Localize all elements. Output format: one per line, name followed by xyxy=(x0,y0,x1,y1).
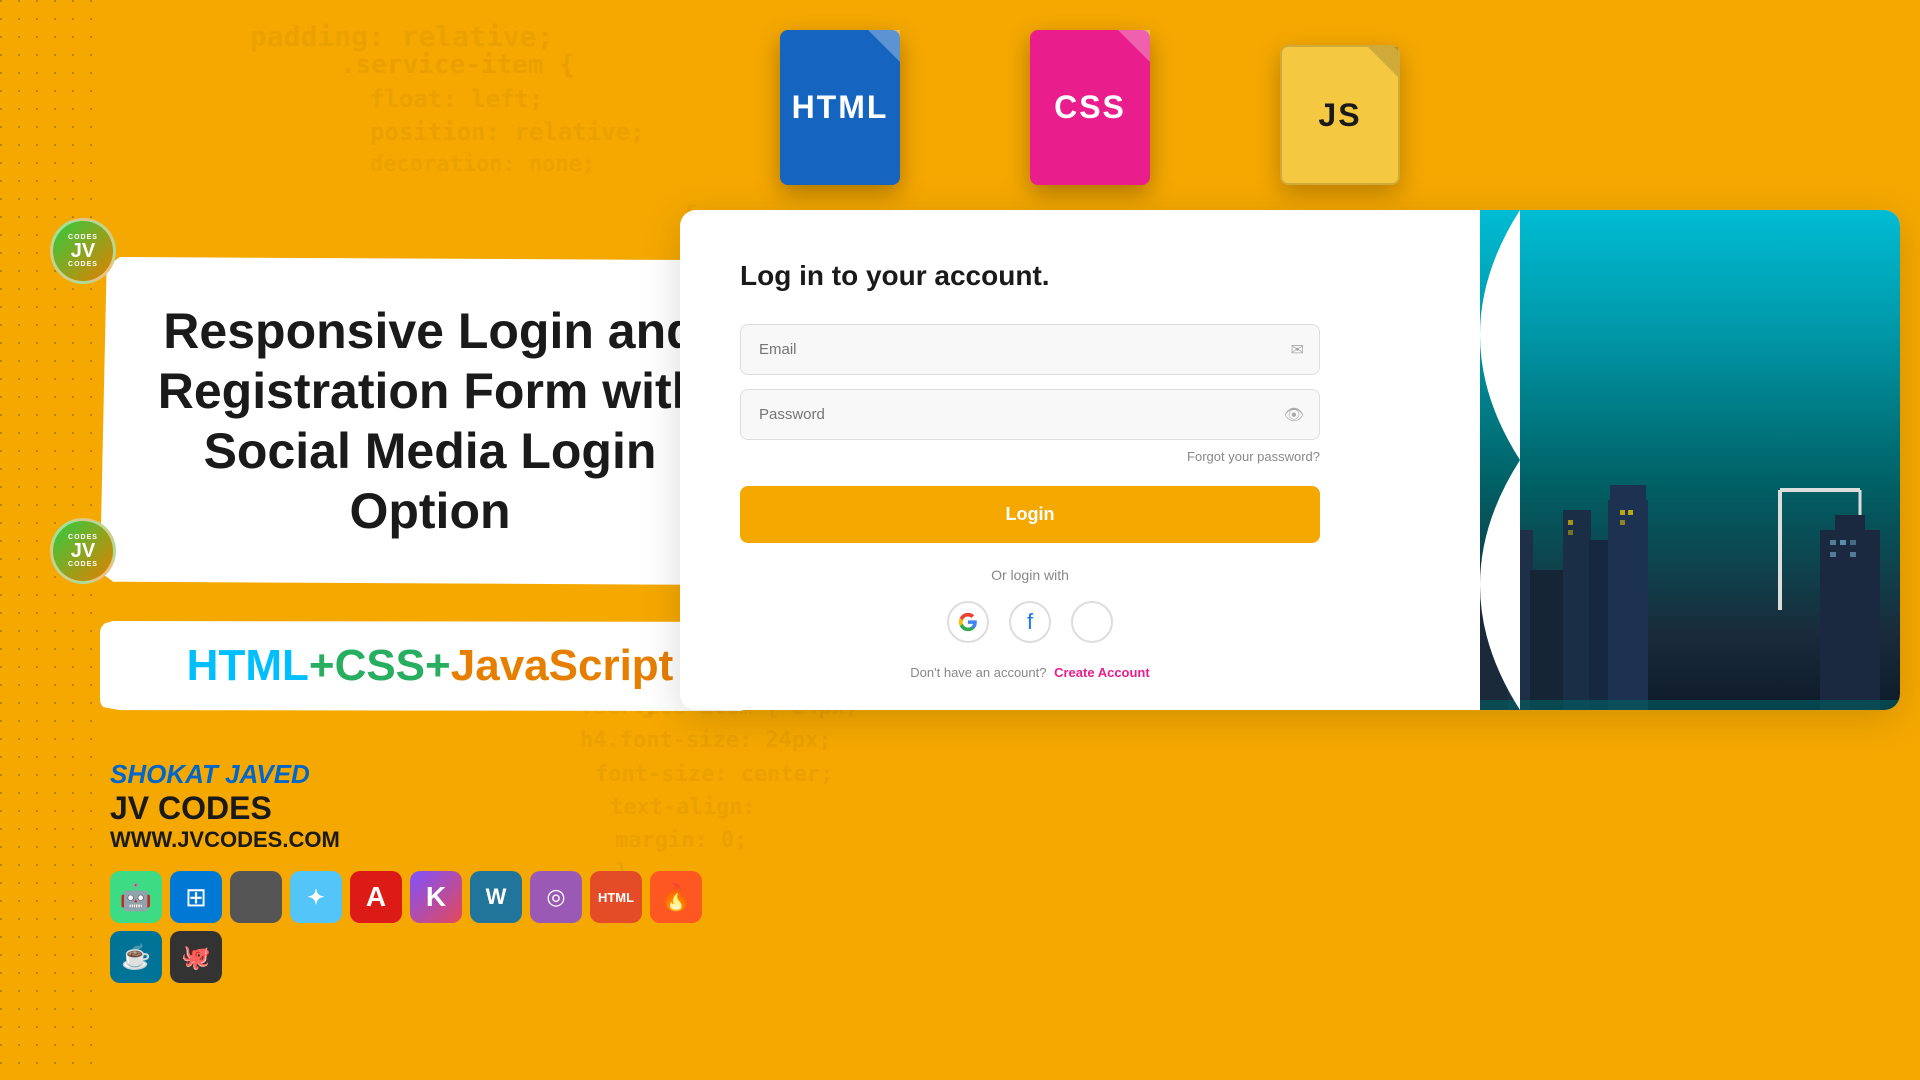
create-account-container: Don't have an account? Create Account xyxy=(740,665,1320,680)
icon-flutter[interactable]: ✦ xyxy=(290,871,342,923)
icon-html5[interactable]: HTML xyxy=(590,871,642,923)
forgot-password-container: Forgot your password? xyxy=(740,448,1320,466)
or-login-text: Or login with xyxy=(740,567,1320,583)
badge-jv-top: JV xyxy=(71,241,95,261)
password-toggle-icon[interactable]: 👁 xyxy=(1284,405,1304,425)
tech-icons-row: 🤖 ⊞ ✦ A K W ◎ HTML 🔥 ☕ 🐙 xyxy=(110,871,760,983)
icon-windows[interactable]: ⊞ xyxy=(170,871,222,923)
login-button[interactable]: Login xyxy=(740,486,1320,543)
city-skyline xyxy=(1480,410,1900,710)
left-section: CODES JV CODES CODES JV CODES Responsive… xyxy=(80,0,760,1080)
brand-name: JV CODES xyxy=(110,790,760,827)
icon-kotlin[interactable]: K xyxy=(410,871,462,923)
css-file-label: CSS xyxy=(1054,89,1126,126)
html-file-icon: HTML xyxy=(780,30,900,185)
author-name: SHOKAT JAVED xyxy=(110,759,760,790)
right-section: HTML CSS JS Log in to your account. xyxy=(680,0,1920,1080)
file-icons-row: HTML CSS JS xyxy=(780,30,1400,185)
badge-codes-bottom2: CODES xyxy=(68,561,98,568)
tech-js-label: JavaScript xyxy=(451,641,674,690)
icon-java[interactable]: ☕ xyxy=(110,931,162,983)
icon-android[interactable]: 🤖 xyxy=(110,871,162,923)
logo-badge-top: CODES JV CODES xyxy=(50,218,116,284)
forgot-password-link[interactable]: Forgot your password? xyxy=(1187,449,1320,464)
social-icons-row: f xyxy=(740,601,1320,643)
email-icon: ✉ xyxy=(1291,340,1304,360)
badge-jv-bottom: JV xyxy=(71,541,95,561)
icon-github[interactable]: 🐙 xyxy=(170,931,222,983)
email-input[interactable] xyxy=(740,324,1320,375)
google-icon xyxy=(958,612,978,632)
create-account-link[interactable]: Create Account xyxy=(1054,665,1150,680)
password-input[interactable] xyxy=(740,389,1320,440)
js-file-label: JS xyxy=(1318,97,1361,134)
title-box: Responsive Login and Registration Form w… xyxy=(100,257,760,585)
tech-stack-box: HTML+CSS+JavaScript xyxy=(100,621,760,711)
badge-codes-top2: CODES xyxy=(68,261,98,268)
login-title: Log in to your account. xyxy=(740,260,1320,292)
author-section: SHOKAT JAVED JV CODES WWW.JVCODES.COM 🤖 … xyxy=(110,759,760,983)
panel-wave-divider xyxy=(1480,210,1520,710)
tech-html-label: HTML xyxy=(187,641,309,690)
city-image-panel xyxy=(1480,210,1900,710)
icon-apple[interactable] xyxy=(230,871,282,923)
html-file-label: HTML xyxy=(792,89,889,126)
login-form-container: Log in to your account. ✉ 👁 Forgot your … xyxy=(680,210,1380,710)
icon-wordpress[interactable]: W xyxy=(470,871,522,923)
tech-stack-text: HTML+CSS+JavaScript xyxy=(136,641,724,691)
apple-login-button[interactable] xyxy=(1071,601,1113,643)
tech-plus2: + xyxy=(425,641,451,690)
email-input-group: ✉ xyxy=(740,324,1320,375)
google-login-button[interactable] xyxy=(947,601,989,643)
create-account-text: Don't have an account? xyxy=(910,665,1046,680)
title-container: Responsive Login and Registration Form w… xyxy=(100,257,760,983)
icon-angular[interactable]: A xyxy=(350,871,402,923)
js-file-icon: JS xyxy=(1280,45,1400,185)
icon-podcast[interactable]: ◎ xyxy=(530,871,582,923)
css-file-icon: CSS xyxy=(1030,30,1150,185)
website-url: WWW.JVCODES.COM xyxy=(110,827,760,853)
main-title: Responsive Login and Registration Form w… xyxy=(156,301,704,541)
tech-plus1: + xyxy=(309,641,335,690)
logo-badge-bottom: CODES JV CODES xyxy=(50,518,116,584)
facebook-login-button[interactable]: f xyxy=(1009,601,1051,643)
main-panel: Log in to your account. ✉ 👁 Forgot your … xyxy=(680,210,1900,710)
password-input-group: 👁 xyxy=(740,389,1320,440)
tech-css-label: CSS xyxy=(335,641,425,690)
